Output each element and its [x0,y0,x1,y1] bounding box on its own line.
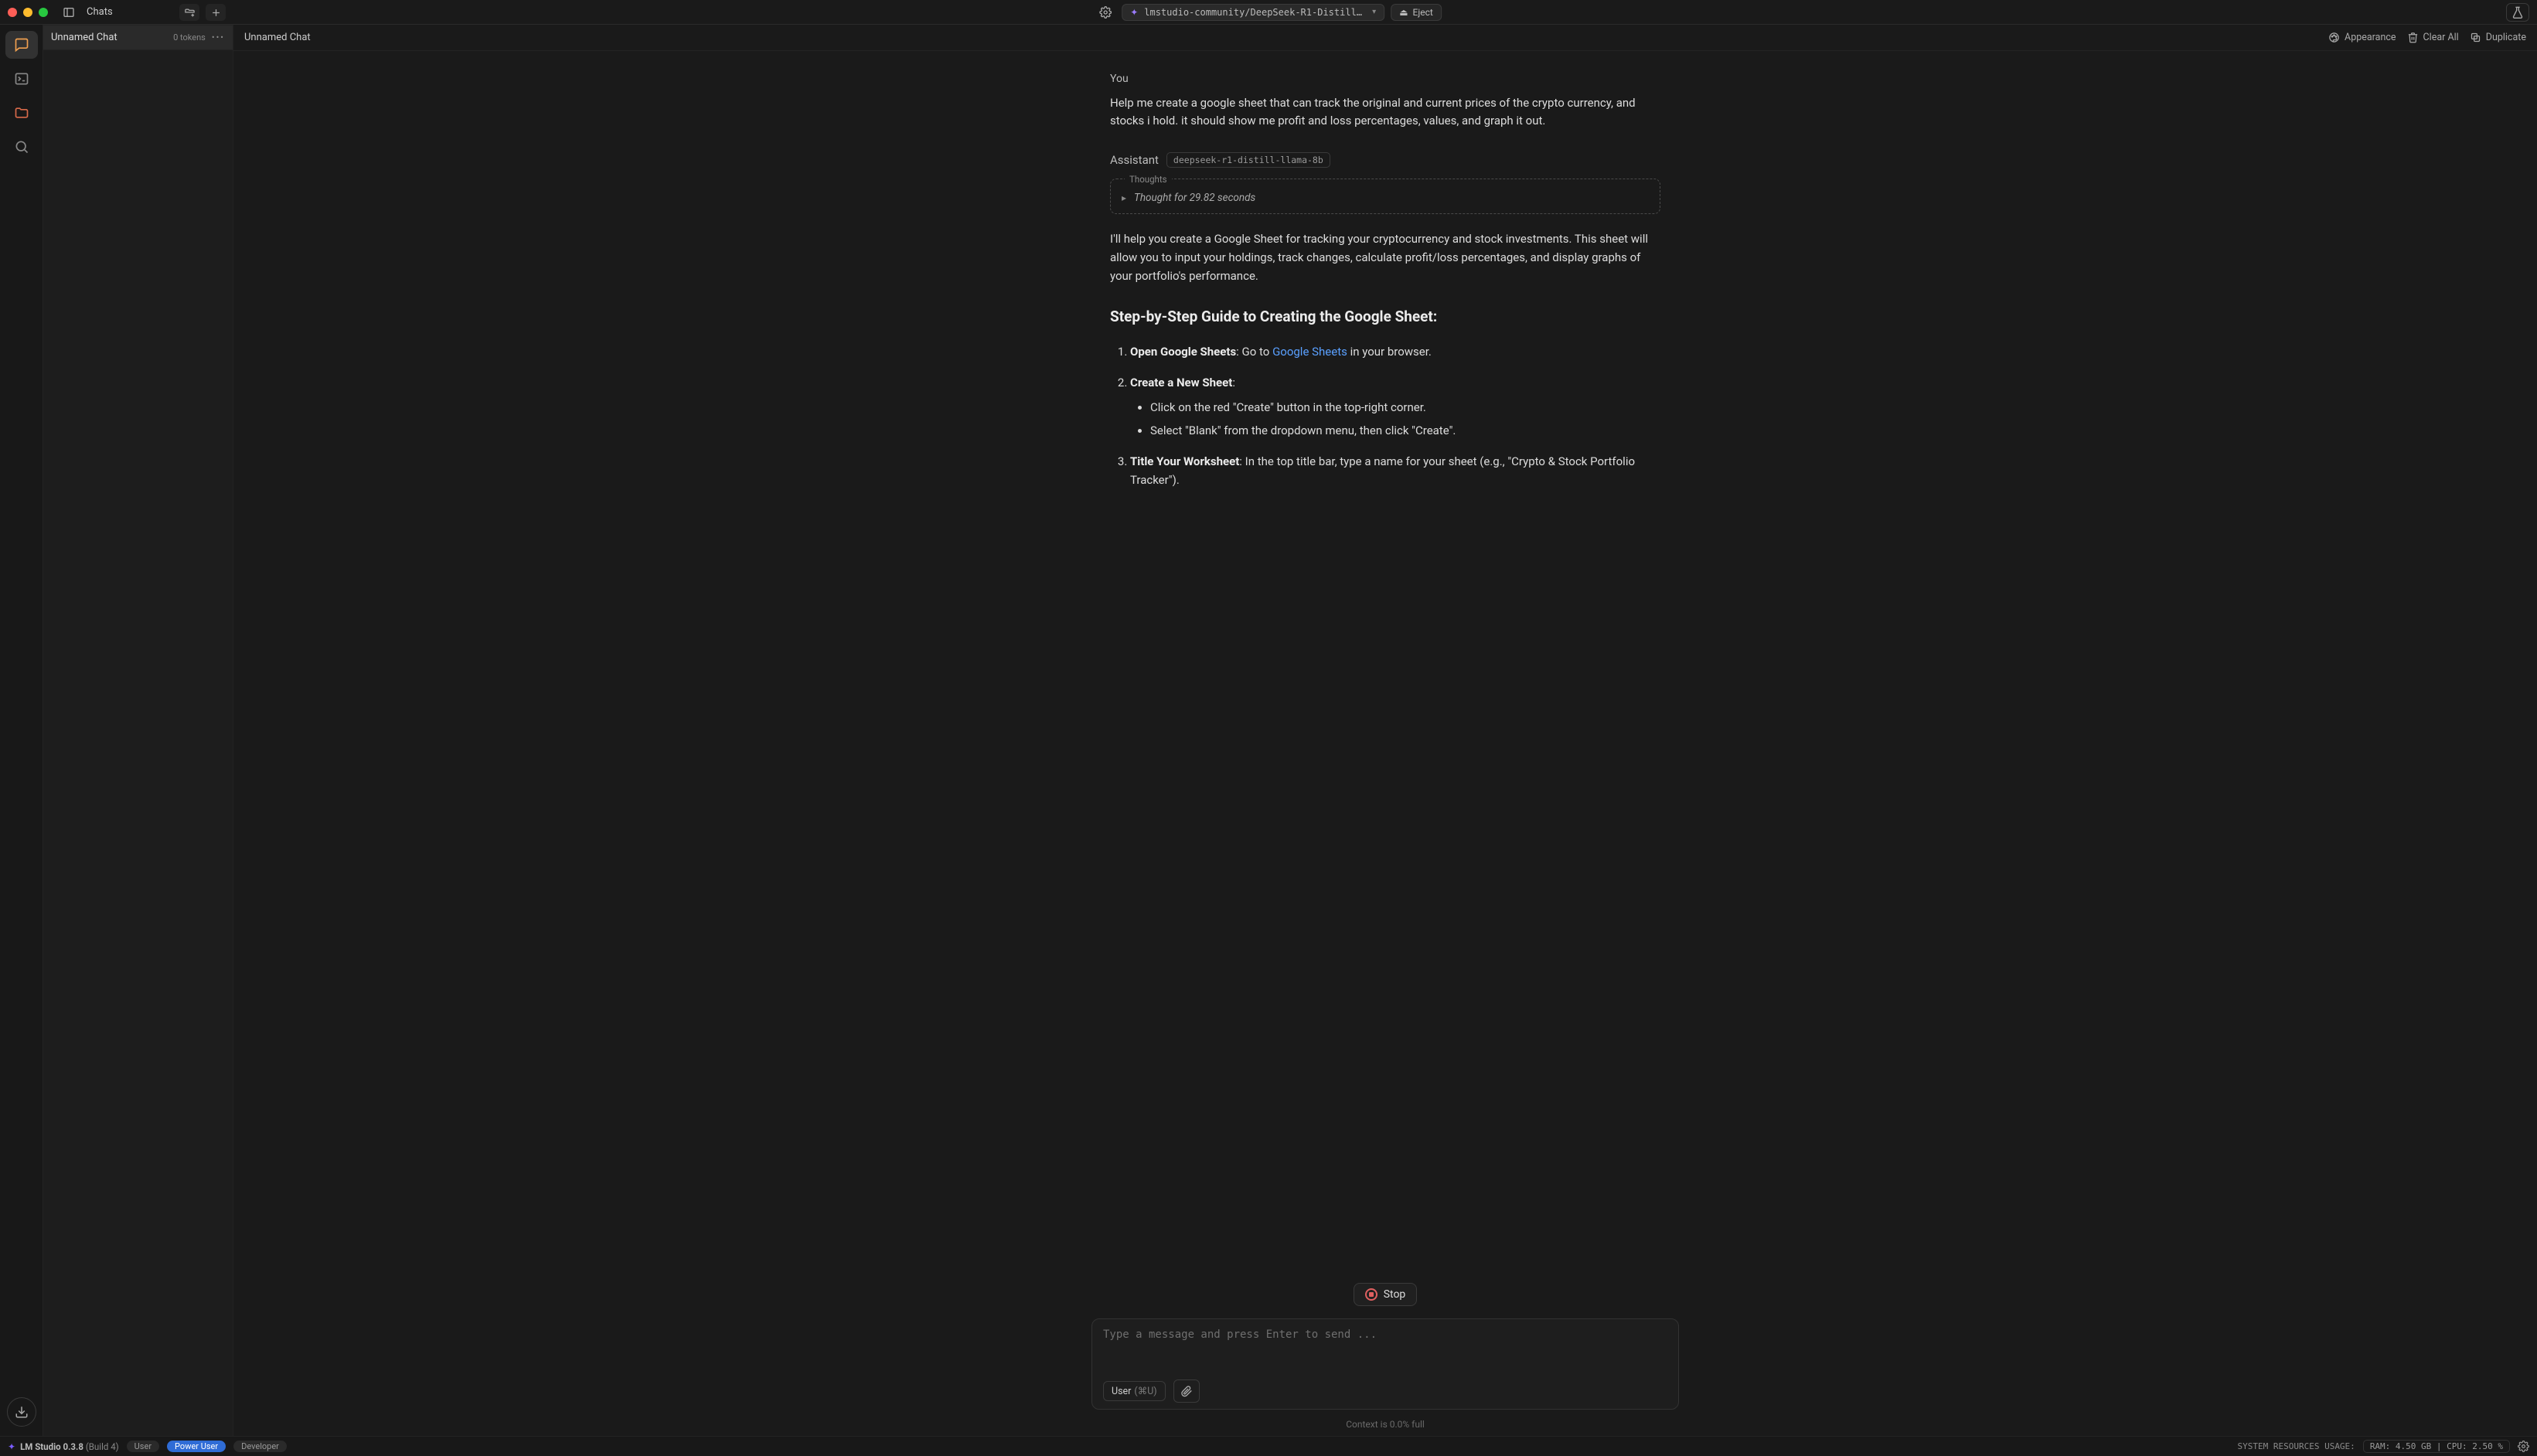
role-picker[interactable]: User (⌘U) [1103,1381,1166,1401]
role-hint: (⌘U) [1134,1385,1156,1397]
list-item: Select "Blank" from the dropdown menu, t… [1150,421,1660,440]
attach-button[interactable] [1173,1379,1200,1403]
app-logo-icon: ✦ [8,1441,15,1452]
titlebar: Chats ✦ lmstudio-community/DeepSeek-R1-D… [0,0,2537,25]
eject-model-button[interactable]: ⏏ Eject [1391,4,1442,21]
composer: User (⌘U) [1091,1318,1679,1410]
main-row: Unnamed Chat 0 tokens ••• Unnamed Chat A… [0,25,2537,1436]
settings-gear-button[interactable] [2518,1441,2529,1452]
chat-title: Unnamed Chat [244,32,311,43]
li2-post: : [1232,376,1235,390]
duplicate-label: Duplicate [2486,32,2526,43]
minimize-window-button[interactable] [23,8,32,17]
close-window-button[interactable] [8,8,17,17]
nav-developer[interactable] [5,65,38,93]
li3-strong: Title Your Worksheet [1130,454,1239,468]
sparkle-icon: ✦ [1130,7,1138,18]
assistant-message: I'll help you create a Google Sheet for … [1110,230,1660,489]
new-chat-button[interactable] [206,4,226,21]
maximize-window-button[interactable] [39,8,48,17]
downloads-button[interactable] [7,1397,36,1427]
section-title: Chats [87,6,113,18]
chat-list-item[interactable]: Unnamed Chat 0 tokens ••• [43,25,233,50]
new-folder-button[interactable] [179,4,199,21]
message-input[interactable] [1103,1328,1667,1372]
google-sheets-link[interactable]: Google Sheets [1272,345,1347,359]
experiments-button[interactable] [2506,3,2529,22]
assistant-heading: Step-by-Step Guide to Creating the Googl… [1110,305,1660,328]
chat-list: Unnamed Chat 0 tokens ••• [43,25,233,50]
duplicate-button[interactable]: Duplicate [2470,32,2526,43]
assistant-steps-list: Open Google Sheets: Go to Google Sheets … [1110,342,1660,489]
stop-icon [1365,1288,1377,1301]
eject-icon: ⏏ [1399,7,1408,18]
model-selector[interactable]: ✦ lmstudio-community/DeepSeek-R1-Distill… [1122,4,1384,21]
li1-strong: Open Google Sheets [1130,345,1236,359]
status-bar: ✦ LM Studio 0.3.8 (Build 4) User Power U… [0,1436,2537,1456]
mode-badge-power-user[interactable]: Power User [167,1441,226,1452]
nav-chat[interactable] [5,31,38,59]
chat-item-menu-button[interactable]: ••• [212,32,225,43]
list-item: Click on the red "Create" button in the … [1150,398,1660,417]
list-item: Title Your Worksheet: In the top title b… [1130,452,1660,489]
palette-icon [2328,32,2340,43]
content-column: Unnamed Chat Appearance Clear All Duplic… [233,25,2537,1436]
window-controls [8,8,48,17]
stop-generation-button[interactable]: Stop [1354,1283,1418,1306]
li1-post: in your browser. [1347,345,1432,359]
nav-search[interactable] [5,133,38,161]
status-app-info: ✦ LM Studio 0.3.8 (Build 4) [8,1441,119,1452]
thoughts-toggle[interactable]: ▸ Thought for 29.82 seconds [1122,192,1649,204]
clear-all-label: Clear All [2423,32,2459,43]
list-item: Open Google Sheets: Go to Google Sheets … [1130,342,1660,361]
composer-wrap: User (⌘U) [233,1314,2537,1416]
mode-badge-user[interactable]: User [127,1441,159,1452]
chevron-down-icon: ▾ [1372,8,1376,16]
clear-all-button[interactable]: Clear All [2407,32,2459,43]
thoughts-summary: Thought for 29.82 seconds [1134,192,1255,204]
chat-scroll-area[interactable]: You Help me create a google sheet that c… [233,51,2537,1278]
chat-item-tokens: 0 tokens [173,32,206,43]
chevron-right-icon: ▸ [1122,192,1126,203]
thoughts-box: Thoughts ▸ Thought for 29.82 seconds [1110,179,1660,214]
list-item: Create a New Sheet: Click on the red "Cr… [1130,373,1660,440]
titlebar-center-group: ✦ lmstudio-community/DeepSeek-R1-Distill… [1095,4,1442,21]
eject-label: Eject [1413,7,1433,18]
user-message: Help me create a google sheet that can t… [1110,94,1660,131]
chat-subheader: Unnamed Chat Appearance Clear All Duplic… [233,25,2537,51]
copy-icon [2470,32,2481,43]
trash-icon [2407,32,2419,43]
nav-models[interactable] [5,99,38,127]
titlebar-right-group [2506,3,2529,22]
system-resources-value: RAM: 4.50 GB | CPU: 2.50 % [2363,1440,2510,1453]
nav-rail [0,25,43,1436]
appearance-label: Appearance [2345,32,2396,43]
assistant-intro-paragraph: I'll help you create a Google Sheet for … [1110,230,1660,285]
appearance-button[interactable]: Appearance [2328,32,2396,43]
message-column: You Help me create a google sheet that c… [1091,51,1679,508]
mode-badge-developer[interactable]: Developer [233,1441,287,1452]
system-resources-label: SYSTEM RESOURCES USAGE: [2237,1441,2355,1451]
assistant-header: Assistant deepseek-r1-distill-llama-8b [1110,152,1660,168]
toggle-sidebar-button[interactable] [59,4,79,21]
role-label: User [1112,1386,1131,1397]
thoughts-legend: Thoughts [1125,174,1172,185]
li2-strong: Create a New Sheet [1130,376,1232,390]
chats-sidebar: Unnamed Chat 0 tokens ••• [43,25,233,1436]
context-usage-line: Context is 0.0% full [233,1416,2537,1436]
chat-item-meta: 0 tokens ••• [173,32,225,43]
role-assistant-label: Assistant [1110,153,1159,167]
model-settings-button[interactable] [1095,4,1115,21]
chat-item-name: Unnamed Chat [51,32,117,43]
assistant-model-chip: deepseek-r1-distill-llama-8b [1166,152,1330,168]
app-name-version: LM Studio 0.3.8 (Build 4) [20,1441,119,1452]
li1-pre: : Go to [1236,345,1272,359]
role-you-label: You [1110,73,1660,85]
model-name: lmstudio-community/DeepSeek-R1-Distill-L… [1144,7,1366,18]
composer-toolbar: User (⌘U) [1103,1379,1667,1403]
assistant-sublist: Click on the red "Create" button in the … [1130,398,1660,440]
stop-label: Stop [1384,1288,1406,1301]
sidebar-top-actions [179,4,226,21]
stop-wrap: Stop [233,1278,2537,1314]
